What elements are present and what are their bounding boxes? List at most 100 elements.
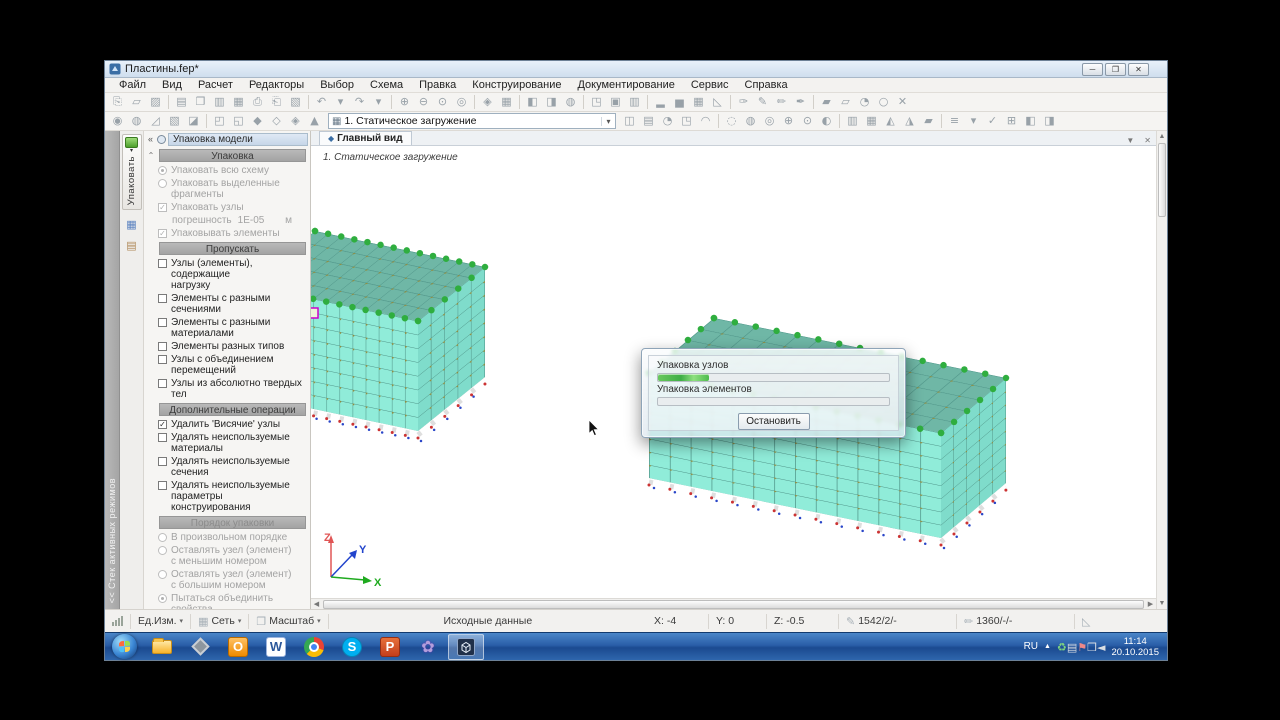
device-tray-icon[interactable]: ▤ <box>1067 641 1077 654</box>
stop-button[interactable]: Остановить <box>737 413 810 430</box>
toolbar-icon[interactable]: ◍ <box>741 113 760 129</box>
toolbar-icon[interactable]: ◰ <box>210 113 229 129</box>
toolbar-icon[interactable]: ◧ <box>523 94 542 110</box>
toolbar-icon[interactable]: ◺ <box>708 94 727 110</box>
toolbar-icon[interactable]: ⊕ <box>395 94 414 110</box>
menu-item[interactable]: Расчет <box>190 78 241 92</box>
scale-dropdown[interactable]: ❐ Масштаб ▾ <box>249 613 329 629</box>
units-dropdown[interactable]: Ед.Изм. ▾ <box>131 613 192 629</box>
taskbar-fea-app-active[interactable] <box>448 633 484 660</box>
toolbar-icon[interactable]: ⊖ <box>414 94 433 110</box>
left-plate-model[interactable] <box>311 227 489 443</box>
start-button[interactable] <box>112 634 137 659</box>
recycle-tray-icon[interactable]: ♻ <box>1057 641 1067 654</box>
toolbar-icon[interactable]: ◳ <box>677 113 696 129</box>
toolbar-icon[interactable]: ⊞ <box>1002 113 1021 129</box>
toolbar-icon[interactable]: ○ <box>874 94 893 110</box>
tab-main-view[interactable]: ◆ Главный вид <box>319 131 412 145</box>
book-tool-icon[interactable]: ▤ <box>126 239 136 252</box>
toolbar-icon[interactable]: ▂ <box>651 94 670 110</box>
horizontal-scroll-thumb[interactable] <box>323 599 1144 609</box>
toolbar-icon[interactable]: ▥ <box>843 113 862 129</box>
tab-pack[interactable]: ▾ Упаковать <box>121 134 142 211</box>
taskbar-chrome[interactable] <box>296 634 332 660</box>
radio-order-keep-higher[interactable] <box>158 569 167 579</box>
scroll-right-icon[interactable]: ▶ <box>1145 600 1156 608</box>
checkbox-skip-joined[interactable] <box>158 354 167 364</box>
toolbar-icon[interactable]: ◔ <box>855 94 874 110</box>
menu-item[interactable]: Сервис <box>683 78 737 92</box>
toolbar-icon[interactable]: ⊕ <box>779 113 798 129</box>
menu-item[interactable]: Редакторы <box>241 78 312 92</box>
toolbar-icon[interactable]: ▰ <box>817 94 836 110</box>
tray-expand-icon[interactable]: ▲ <box>1044 643 1051 650</box>
toolbar-icon[interactable]: ◿ <box>146 113 165 129</box>
taskbar-explorer[interactable] <box>144 634 180 660</box>
toolbar-icon[interactable]: ◠ <box>696 113 715 129</box>
toolbar-icon[interactable]: ◇ <box>267 113 286 129</box>
section-skip-header[interactable]: Пропускать <box>159 242 306 255</box>
scroll-up-icon[interactable]: ▲ <box>1157 131 1167 142</box>
taskbar-word[interactable]: W <box>258 634 294 660</box>
menu-item[interactable]: Документирование <box>569 78 682 92</box>
menu-item[interactable]: Конструирование <box>464 78 569 92</box>
toolbar-icon[interactable]: ✎ <box>753 94 772 110</box>
pin-icon[interactable] <box>157 134 167 144</box>
radio-order-any[interactable] <box>158 532 167 542</box>
restore-button[interactable]: ❐ <box>1105 62 1126 76</box>
toolbar-icon[interactable]: ▦ <box>229 94 248 110</box>
taskbar-viewer-app[interactable] <box>182 634 218 660</box>
toolbar-icon[interactable]: ◐ <box>817 113 836 129</box>
tolerance-value[interactable]: 1E-05 <box>238 215 265 226</box>
close-button[interactable]: ✕ <box>1128 62 1149 76</box>
toolbar-icon[interactable]: ▣ <box>606 94 625 110</box>
chevron-down-icon[interactable]: ▾ <box>601 116 615 126</box>
checkbox-skip-materials[interactable] <box>158 317 167 327</box>
toolbar-icon[interactable]: ▲ <box>305 113 324 129</box>
checkbox-pack-nodes[interactable]: ✓ <box>158 202 167 212</box>
toolbar-icon[interactable]: ✓ <box>983 113 1002 129</box>
toolbar-icon[interactable]: ▾ <box>964 113 983 129</box>
horizontal-scrollbar[interactable]: ◀ ▶ <box>311 598 1156 609</box>
toolbar-icon[interactable]: ◌ <box>722 113 741 129</box>
toolbar-icon[interactable]: ▰ <box>919 113 938 129</box>
toolbar-icon[interactable]: ◎ <box>760 113 779 129</box>
toolbar-icon[interactable]: ⎙ <box>248 94 267 110</box>
toolbar-icon[interactable]: ◳ <box>587 94 606 110</box>
toolbar-icon[interactable]: ◨ <box>1040 113 1059 129</box>
toolbar-icon[interactable]: ◈ <box>478 94 497 110</box>
toolbar-icon[interactable]: ▥ <box>210 94 229 110</box>
net-dropdown[interactable]: ▦ Сеть ▾ <box>191 613 250 629</box>
toolbar-icon[interactable]: ◭ <box>881 113 900 129</box>
menu-item[interactable]: Справка <box>737 78 796 92</box>
toolbar-icon[interactable]: ▾ <box>331 94 350 110</box>
toolbar-icon[interactable]: ◔ <box>658 113 677 129</box>
toolbar-icon[interactable]: ◱ <box>229 113 248 129</box>
toolbar-icon[interactable]: ▨ <box>146 94 165 110</box>
selected-node-marker[interactable] <box>311 307 319 319</box>
toolbar-icon[interactable]: ◆ <box>248 113 267 129</box>
checkbox-skip-loaded[interactable] <box>158 258 167 268</box>
toolbar-icon[interactable]: ▦ <box>497 94 516 110</box>
model-canvas[interactable]: 1. Статическое загружение Z Y X Упаковка… <box>311 146 1156 598</box>
clock[interactable]: 11:14 20.10.2015 <box>1111 636 1159 658</box>
menu-item[interactable]: Файл <box>111 78 154 92</box>
vertical-scrollbar[interactable]: ▲ ▼ <box>1156 131 1167 609</box>
toolbar-icon[interactable]: ◍ <box>561 94 580 110</box>
toolbar-icon[interactable]: ◉ <box>108 113 127 129</box>
taskbar-outlook[interactable]: O <box>220 634 256 660</box>
toolbar-icon[interactable]: ◈ <box>286 113 305 129</box>
volume-tray-icon[interactable]: ◄ <box>1097 641 1105 654</box>
collapse-panel-button[interactable]: « <box>146 134 155 144</box>
toolbar-icon[interactable]: ✒ <box>791 94 810 110</box>
action-center-flag-icon[interactable]: ⚑ <box>1077 641 1087 654</box>
toolbar-icon[interactable]: ◧ <box>1021 113 1040 129</box>
toolbar-icon[interactable]: ✕ <box>893 94 912 110</box>
section-extra-ops-header[interactable]: Дополнительные операции <box>159 403 306 416</box>
toolbar-icon[interactable]: ✏ <box>772 94 791 110</box>
taskbar-skype[interactable]: S <box>334 634 370 660</box>
checkbox-skip-rigid[interactable] <box>158 378 167 388</box>
checkbox-skip-sections[interactable] <box>158 293 167 303</box>
checkbox-skip-types[interactable] <box>158 341 167 351</box>
toolbar-icon[interactable]: ◪ <box>184 113 203 129</box>
